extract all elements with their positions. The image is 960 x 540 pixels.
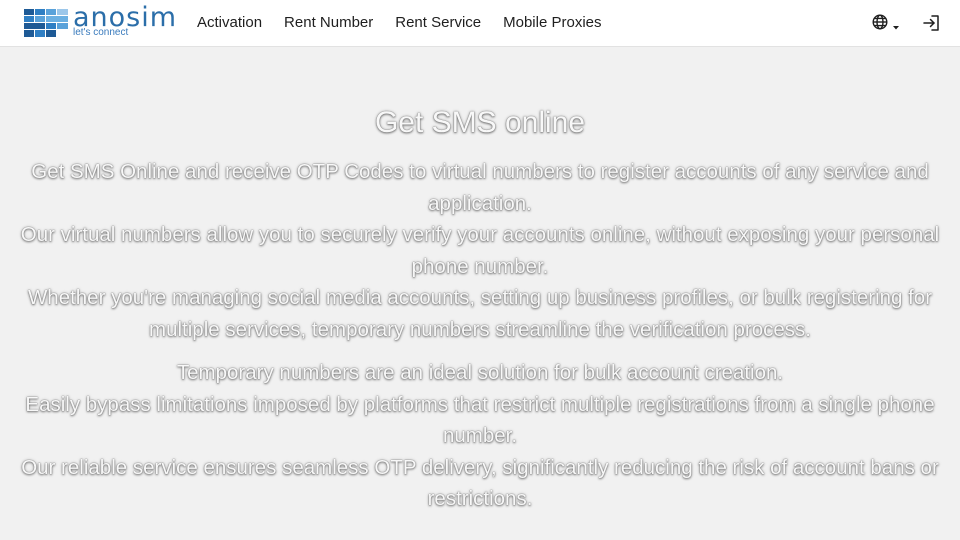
brand-logo[interactable]: anosim let's connect bbox=[24, 3, 179, 40]
bulk-line: Our reliable service ensures seamless OT… bbox=[21, 455, 939, 511]
caret-down-icon bbox=[893, 26, 899, 30]
brand-tagline: let's connect bbox=[73, 27, 129, 38]
sign-in-icon bbox=[923, 15, 939, 31]
bulk-paragraph: Temporary numbers are an ideal solution … bbox=[0, 357, 960, 515]
nav-rent-number[interactable]: Rent Number bbox=[284, 14, 373, 31]
intro-line: Our virtual numbers allow you to securel… bbox=[20, 223, 940, 278]
nav-mobile-proxies[interactable]: Mobile Proxies bbox=[503, 14, 601, 31]
language-selector[interactable] bbox=[871, 12, 903, 34]
bulk-line: Easily bypass limitations imposed by pla… bbox=[25, 392, 935, 448]
logo-mark-icon bbox=[24, 9, 68, 37]
main-nav: Activation Rent Number Rent Service Mobi… bbox=[197, 0, 624, 44]
top-navbar: anosim let's connect Activation Rent Num… bbox=[0, 0, 960, 47]
hero-section: Get SMS online Get SMS Online and receiv… bbox=[0, 100, 960, 515]
nav-rent-service[interactable]: Rent Service bbox=[395, 14, 481, 31]
login-button[interactable] bbox=[921, 12, 943, 34]
globe-icon bbox=[872, 14, 888, 30]
nav-activation[interactable]: Activation bbox=[197, 14, 262, 31]
intro-line: Get SMS Online and receive OTP Codes to … bbox=[31, 160, 929, 215]
bulk-line: Temporary numbers are an ideal solution … bbox=[176, 361, 784, 384]
intro-paragraph: Get SMS Online and receive OTP Codes to … bbox=[0, 156, 960, 345]
intro-line: Whether you're managing social media acc… bbox=[27, 286, 933, 341]
page-title: Get SMS online bbox=[374, 106, 586, 139]
